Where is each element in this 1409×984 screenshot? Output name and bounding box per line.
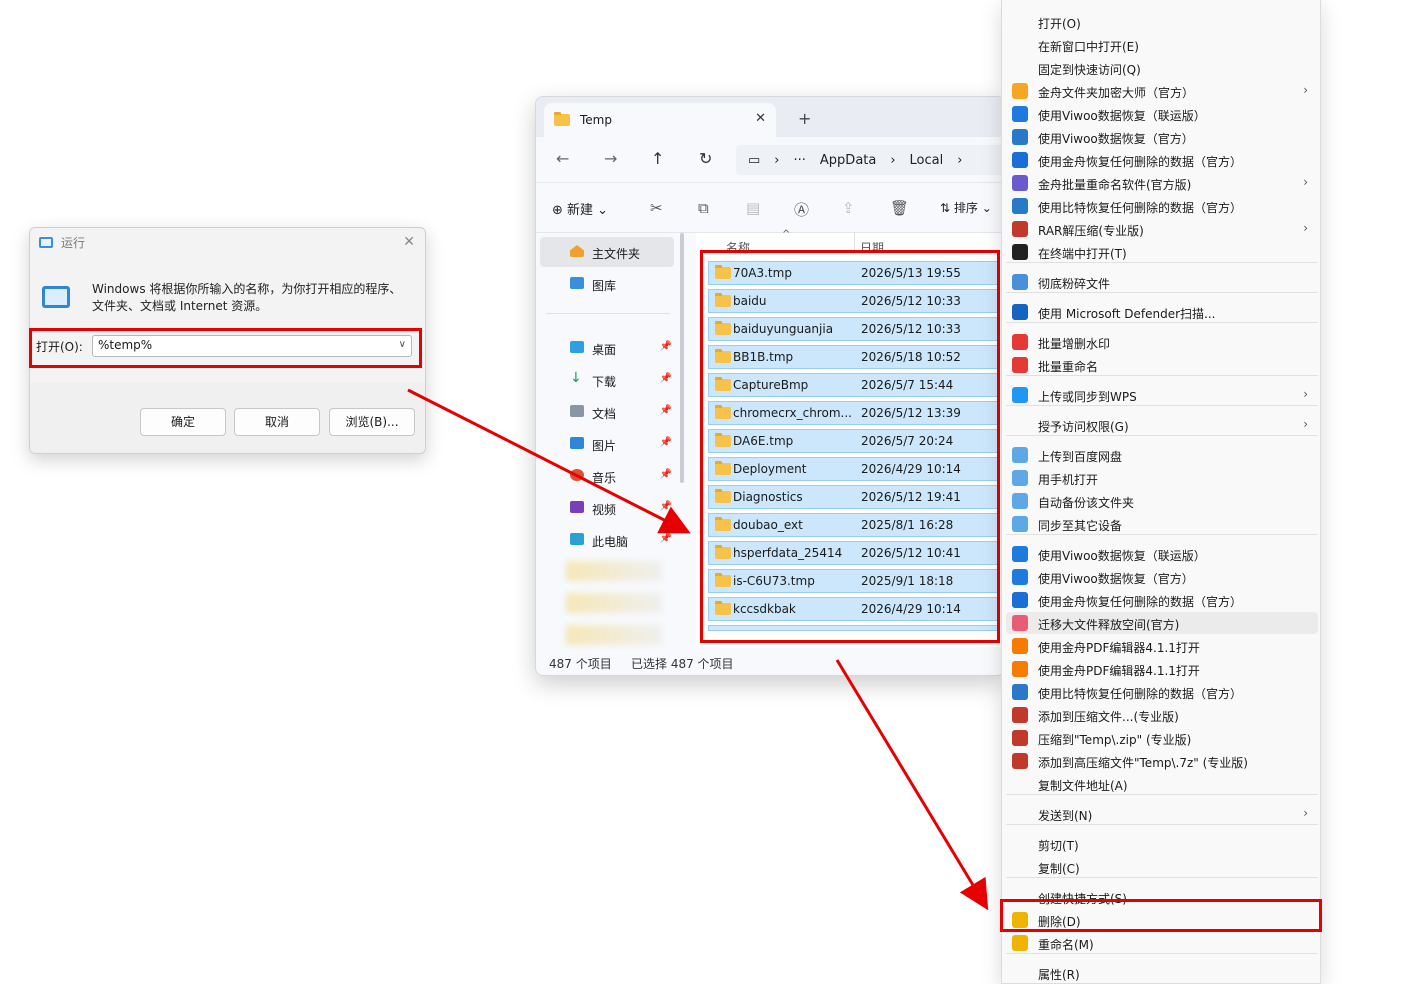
arrow-explorer-to-delete	[835, 659, 989, 911]
annotation-arrows	[407, 388, 989, 911]
arrow-run-to-explorer	[407, 388, 691, 534]
